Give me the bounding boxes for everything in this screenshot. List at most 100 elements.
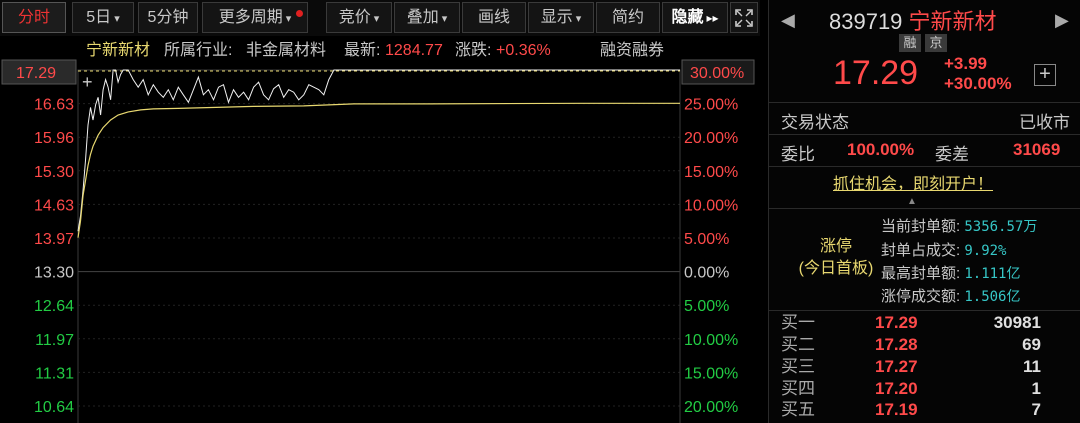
price-series-line	[77, 69, 680, 232]
bid-level-label: 买三	[781, 357, 815, 376]
trade-status-label: 交易状态	[781, 113, 849, 132]
seal-amount-row: 当前封单额: 5356.57万	[881, 216, 1037, 238]
order-book-row[interactable]: 买三 17.27 11	[769, 356, 1080, 378]
y-pct-tick-label: 15.00%	[684, 365, 738, 382]
bid-diff-label: 委差	[935, 145, 969, 164]
y-tick-label: 11.97	[35, 332, 74, 349]
limit-turnover-label: 涨停成交额:	[881, 288, 961, 305]
double-arrow-icon: ▸▸	[706, 11, 719, 25]
y-pct-tick-label: 10.00%	[684, 332, 738, 349]
bid-price: 17.19	[875, 400, 918, 419]
collapse-icon[interactable]: ▲	[907, 196, 917, 207]
tab-5day[interactable]: 5日 ▾	[72, 2, 134, 33]
max-seal-row: 最高封单额: 1.111亿	[881, 263, 1021, 285]
margin-tag: 融	[899, 34, 921, 52]
plot-frame	[77, 69, 681, 423]
bid-price: 17.20	[875, 379, 918, 398]
limit-up-label: 涨停	[819, 238, 852, 255]
fullscreen-icon	[735, 9, 753, 27]
bid-level-label: 买五	[781, 400, 815, 419]
divider	[769, 310, 1080, 311]
seal-ratio-label: 封单占成交:	[881, 242, 961, 259]
divider	[769, 208, 1080, 209]
y-pct-tick-label: 20.00%	[684, 130, 738, 147]
seal-amount-value: 5356.57万	[964, 219, 1038, 235]
tab-more-label: 更多周期	[218, 9, 283, 26]
prev-stock-icon[interactable]: ◀	[781, 10, 795, 31]
bid-level-label: 买一	[781, 313, 815, 332]
auction-button[interactable]: 竞价 ▾	[326, 2, 392, 33]
open-account-link[interactable]: 抓住机会，即刻开户！	[833, 170, 993, 194]
y-tick-label: 13.30	[34, 265, 74, 282]
y-pct-tick-label: 25.00%	[684, 97, 738, 114]
chevron-down-icon: ▾	[114, 13, 120, 25]
max-seal-label: 最高封单额:	[881, 265, 961, 282]
bid-price: 17.27	[875, 357, 918, 376]
order-book-row[interactable]: 买四 17.20 1	[769, 378, 1080, 400]
trade-status-value: 已收市	[1019, 113, 1070, 132]
bid-ratio-label: 委比	[781, 145, 815, 164]
chevron-down-icon: ▾	[373, 13, 380, 25]
y-tick-label: 15.30	[34, 164, 74, 181]
stock-name: 宁新新材	[908, 9, 997, 34]
intraday-chart[interactable]: 宁新新材 所属行业: 非金属材料 最新: 1284.77 涨跌: +0.36% …	[0, 36, 760, 423]
divider	[769, 166, 1080, 167]
max-seal-value: 1.111亿	[964, 266, 1021, 282]
y-tick-label: 11.31	[35, 365, 74, 382]
y-tick-label: 13.97	[34, 231, 74, 248]
price-change-pct: +30.00%	[944, 74, 1012, 93]
seal-ratio-value: 9.92%	[964, 243, 1007, 259]
divider	[769, 102, 1080, 103]
order-book-row[interactable]: 买五 17.19 7	[769, 399, 1080, 421]
tab-5min-label: 5分钟	[147, 9, 189, 26]
bid-price: 17.29	[875, 313, 918, 332]
auction-label: 竞价	[338, 9, 371, 26]
first-board-label: (今日首板)	[798, 260, 874, 277]
y-pct-tick-label: 10.00%	[684, 197, 738, 214]
display-button[interactable]: 显示 ▾	[528, 2, 594, 33]
notification-dot	[296, 10, 303, 17]
add-watchlist-button[interactable]: +	[1034, 64, 1056, 86]
price-change: +3.99	[944, 54, 988, 73]
y-pct-tick-label: 0.00%	[684, 265, 729, 282]
limit-turnover-row: 涨停成交额: 1.506亿	[881, 286, 1021, 308]
tab-5min[interactable]: 5分钟	[138, 2, 198, 33]
stock-code: 839719	[829, 9, 903, 34]
hide-button[interactable]: 隐藏 ▸▸	[662, 2, 728, 33]
crosshair-icon: +	[82, 72, 93, 92]
bid-volume: 30981	[993, 313, 1041, 332]
tab-intraday-label: 分时	[17, 9, 50, 26]
hide-label: 隐藏	[671, 9, 704, 26]
chevron-down-icon: ▾	[285, 13, 292, 25]
tab-intraday[interactable]: 分时	[2, 2, 66, 33]
crosshair-price-label: 17.29	[16, 65, 56, 82]
order-book-row[interactable]: 买一 17.29 30981	[769, 312, 1080, 334]
bid-volume: 69	[1022, 335, 1041, 354]
bid-volume: 11	[1023, 357, 1041, 376]
overlay-label: 叠加	[406, 9, 439, 26]
divider	[769, 134, 1080, 135]
next-stock-icon[interactable]: ▶	[1055, 10, 1069, 31]
draw-line-label: 画线	[477, 9, 510, 26]
chevron-down-icon: ▾	[441, 13, 448, 25]
chart-canvas: 30.00% 16.63 25.00% 15.96 20.00% 15.30 15.00% 1…	[1, 59, 755, 423]
seal-amount-label: 当前封单额:	[881, 218, 961, 235]
tab-more-periods[interactable]: 更多周期 ▾	[202, 2, 308, 33]
bid-ratio-value: 100.00%	[847, 140, 915, 159]
stock-title: 839719 宁新新材	[829, 4, 997, 36]
order-book-row[interactable]: 买二 17.28 69	[769, 334, 1080, 356]
bid-diff-value: 31069	[1013, 140, 1061, 159]
overlay-button[interactable]: 叠加 ▾	[394, 2, 460, 33]
crosshair-pct-label: 30.00%	[690, 65, 744, 82]
y-pct-tick-label: 5.00%	[684, 231, 729, 248]
y-tick-label: 15.96	[34, 130, 74, 147]
bid-volume: 7	[1031, 400, 1041, 419]
bid-volume: 1	[1031, 379, 1041, 398]
fullscreen-button[interactable]	[730, 2, 758, 33]
draw-line-button[interactable]: 画线	[462, 2, 526, 33]
bid-level-label: 买四	[781, 379, 815, 398]
simple-mode-button[interactable]: 简约	[596, 2, 660, 33]
limit-turnover-value: 1.506亿	[964, 289, 1021, 305]
chevron-down-icon: ▾	[575, 13, 582, 25]
y-tick-label: 14.63	[34, 197, 74, 214]
